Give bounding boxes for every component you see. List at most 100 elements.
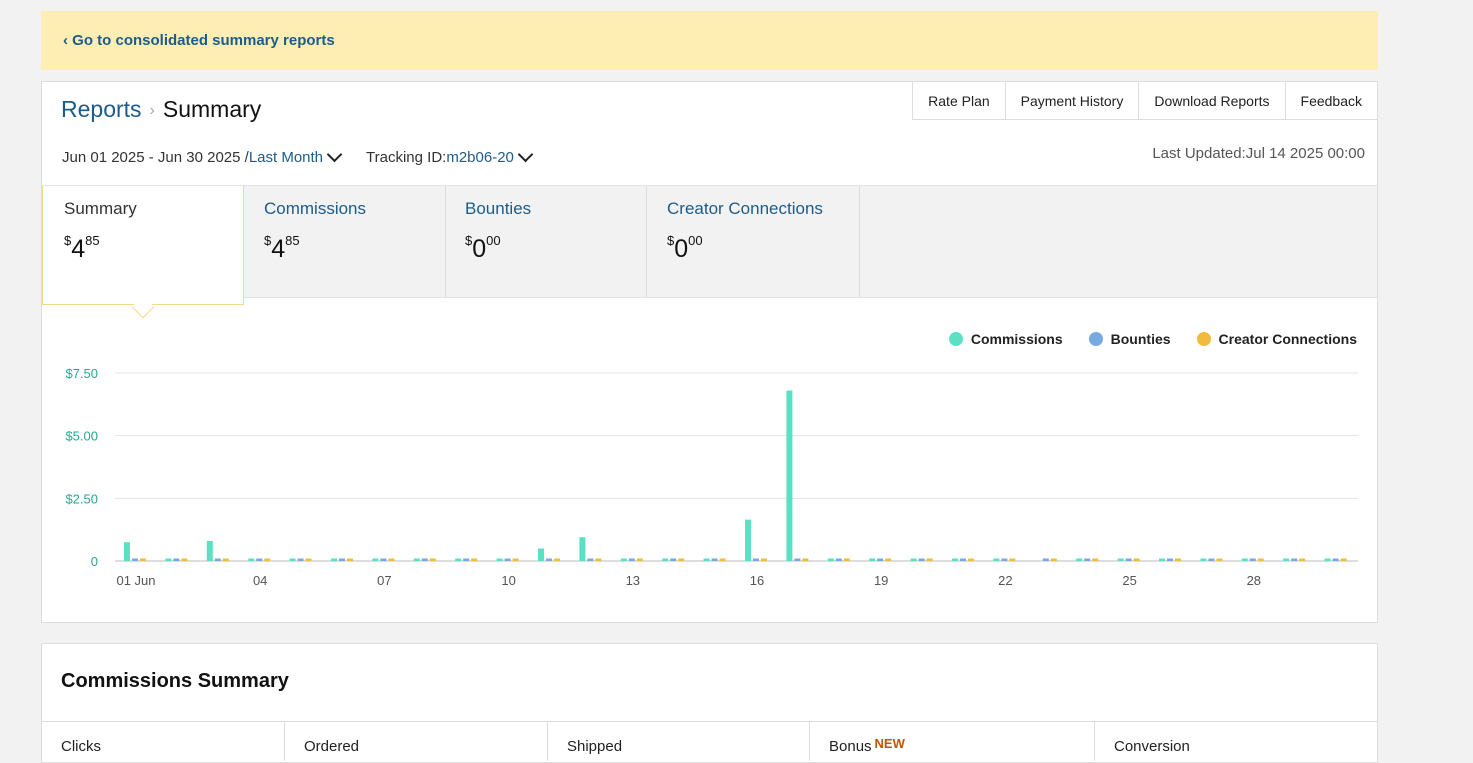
bar-bounties	[794, 558, 801, 561]
bar-creator-connections	[1009, 558, 1016, 561]
new-badge: NEW	[874, 736, 905, 751]
bar-bounties	[1249, 558, 1256, 561]
feedback-button[interactable]: Feedback	[1284, 81, 1378, 120]
chevron-down-icon[interactable]	[517, 146, 534, 163]
bar-commissions	[745, 519, 751, 561]
commissions-summary-card: Commissions Summary Clicks Ordered Shipp…	[41, 643, 1378, 763]
y-tick-label: $2.50	[65, 491, 98, 506]
bar-bounties	[504, 558, 511, 561]
bar-creator-connections	[761, 558, 767, 561]
bar-bounties	[1167, 558, 1173, 561]
bar-bounties	[587, 558, 594, 561]
bar-commissions	[1324, 558, 1331, 561]
bar-creator-connections	[222, 558, 229, 561]
bar-creator-connections	[305, 558, 312, 561]
bar-creator-connections	[1050, 558, 1057, 561]
bar-bounties	[173, 558, 180, 561]
x-tick-label: 10	[501, 573, 515, 588]
bar-bounties	[835, 558, 842, 561]
bar-creator-connections	[471, 558, 478, 561]
bar-commissions	[1159, 558, 1165, 561]
bar-bounties	[1291, 558, 1298, 561]
bar-bounties	[670, 558, 677, 561]
y-tick-label: $5.00	[65, 429, 98, 444]
bar-commissions	[1283, 558, 1290, 561]
tab-creator-connections[interactable]: Creator Connections $000	[646, 186, 860, 298]
bar-bounties	[1208, 558, 1215, 561]
bar-commissions	[910, 558, 917, 561]
bar-creator-connections	[512, 558, 519, 561]
bar-creator-connections	[926, 558, 933, 561]
date-range: Jun 01 2025 - Jun 30 2025 /	[62, 149, 249, 166]
column-ordered: Ordered	[285, 722, 548, 761]
x-tick-label: 01 Jun	[116, 573, 155, 588]
bar-commissions	[331, 558, 337, 561]
legend-bounties[interactable]: Bounties	[1088, 331, 1171, 347]
bar-commissions	[620, 558, 627, 561]
x-tick-label: 28	[1247, 573, 1261, 588]
bar-bounties	[711, 558, 718, 561]
tracking-id-dropdown[interactable]: m2b06-20	[446, 149, 514, 166]
bar-bounties	[421, 558, 428, 561]
column-bonus-label: Bonus	[829, 738, 872, 755]
bar-commissions	[827, 558, 834, 561]
payment-history-button[interactable]: Payment History	[1004, 81, 1139, 120]
bar-creator-connections	[1175, 558, 1181, 561]
bar-commissions	[538, 548, 544, 561]
legend-creator-connections[interactable]: Creator Connections	[1196, 331, 1357, 347]
bar-creator-connections	[429, 558, 436, 561]
bar-bounties	[628, 558, 635, 561]
bar-creator-connections	[885, 558, 892, 561]
commissions-summary-columns: Clicks Ordered Shipped Bonus NEW Conversi…	[42, 721, 1377, 761]
bar-bounties	[256, 558, 263, 561]
bar-creator-connections	[678, 558, 685, 561]
tab-commissions[interactable]: Commissions $485	[243, 186, 446, 298]
consolidated-reports-link[interactable]: ‹ Go to consolidated summary reports	[63, 32, 335, 49]
bar-commissions	[165, 558, 172, 561]
bar-bounties	[1042, 558, 1049, 561]
chevron-down-icon[interactable]	[326, 146, 343, 163]
bar-creator-connections	[1340, 558, 1347, 561]
bar-commissions	[413, 558, 420, 561]
bar-commissions	[786, 390, 793, 561]
bar-commissions	[1241, 558, 1248, 561]
bar-creator-connections	[968, 558, 974, 561]
bar-bounties	[1332, 558, 1339, 561]
bar-commissions	[952, 558, 958, 561]
earnings-bar-chart: 0 $2.50 $5.00 $7.50 01 Jun 04 07 10 13 16 19 22 25 28	[65, 366, 1358, 588]
bar-bounties	[918, 558, 925, 561]
bar-creator-connections	[264, 558, 271, 561]
bar-commissions	[869, 558, 876, 561]
bar-bounties	[1125, 558, 1132, 561]
column-conversion: Conversion	[1114, 738, 1190, 755]
x-tick-label: 13	[626, 573, 640, 588]
bar-bounties	[297, 558, 304, 561]
breadcrumb-current: Summary	[162, 96, 262, 122]
bar-commissions	[703, 558, 710, 561]
legend-bounties-label: Bounties	[1110, 331, 1171, 347]
tab-summary-amount: $485	[64, 233, 100, 263]
column-shipped: Shipped	[548, 722, 810, 761]
bar-commissions	[1200, 558, 1207, 561]
bar-commissions	[372, 558, 379, 561]
bar-bounties	[463, 558, 470, 561]
bar-bounties	[960, 558, 966, 561]
bar-bounties	[339, 558, 345, 561]
bar-creator-connections	[554, 558, 560, 561]
report-filters: Jun 01 2025 - Jun 30 2025 / Last Month T…	[62, 146, 539, 166]
metric-tabs: Summary $485 Commissions $485 Bounties $…	[42, 185, 1377, 319]
breadcrumb-reports-link[interactable]: Reports	[61, 96, 142, 122]
download-reports-button[interactable]: Download Reports	[1138, 81, 1285, 120]
column-bonus: Bonus NEW	[810, 722, 1095, 761]
rate-plan-button[interactable]: Rate Plan	[912, 81, 1005, 120]
bar-creator-connections	[1092, 558, 1099, 561]
legend-commissions[interactable]: Commissions	[948, 331, 1063, 347]
bar-creator-connections	[595, 558, 602, 561]
tab-summary[interactable]: Summary $485	[42, 186, 244, 319]
y-tick-label: $7.50	[65, 366, 98, 381]
tab-creator-connections-amount: $000	[667, 233, 703, 263]
period-dropdown[interactable]: Last Month	[249, 149, 323, 166]
bar-bounties	[877, 558, 884, 561]
legend-commissions-label: Commissions	[970, 331, 1063, 347]
tab-bounties[interactable]: Bounties $000	[444, 186, 647, 298]
